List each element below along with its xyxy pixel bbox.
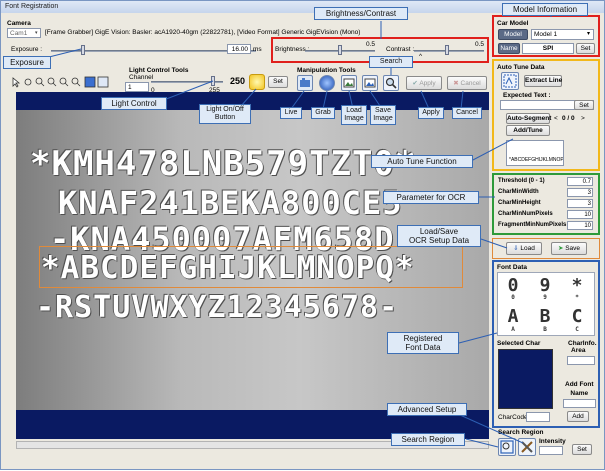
callout-brightness-contrast: Brightness/Contrast xyxy=(314,7,408,21)
callout-parameter-ocr: Parameter for OCR xyxy=(383,191,479,205)
callout-auto-tune-function: Auto Tune Function xyxy=(371,155,473,169)
callout-grab: Grab xyxy=(311,107,335,120)
callout-cancel: Cancel xyxy=(452,107,482,120)
callout-advanced-setup: Advanced Setup xyxy=(387,403,467,417)
callout-load-image: Load Image xyxy=(341,105,367,126)
callout-exposure: Exposure xyxy=(3,56,51,70)
callout-load-save-ocr: Load/Save OCR Setup Data xyxy=(397,225,481,248)
callout-search-region: Search Region xyxy=(391,433,465,447)
callout-live: Live xyxy=(280,107,302,120)
callout-apply: Apply xyxy=(418,107,444,120)
callout-save-image: Save Image xyxy=(370,105,396,126)
callout-light-control: Light Control xyxy=(101,97,167,111)
callout-registered-font: Registered Font Data xyxy=(387,332,459,355)
font-registration-window: Font Registration Camera Cam1 ▾ [Frame G… xyxy=(0,0,605,470)
callout-light-onoff: Light On/Off Button xyxy=(199,104,251,125)
callout-connectors xyxy=(40,15,552,448)
callout-search: Search xyxy=(369,56,413,69)
callout-model-information: Model Information xyxy=(502,3,588,17)
